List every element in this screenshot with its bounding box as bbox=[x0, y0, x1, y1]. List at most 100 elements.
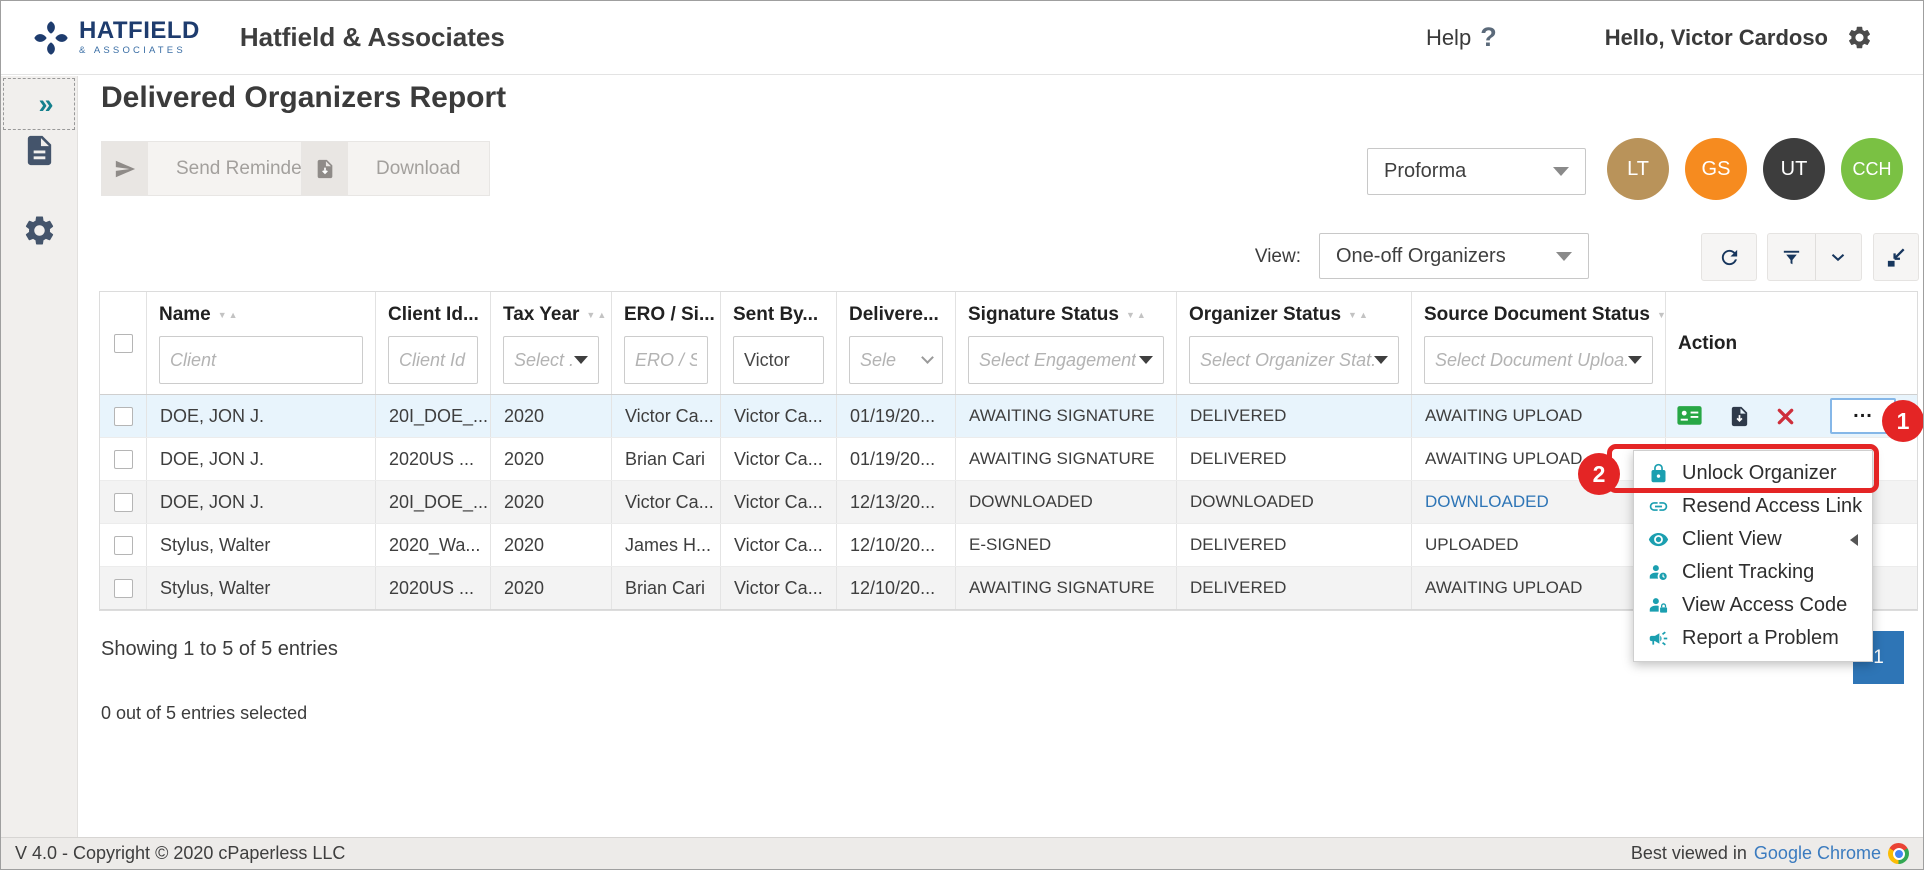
export-button[interactable] bbox=[1873, 233, 1919, 281]
column-label: Tax Year bbox=[503, 304, 580, 325]
menu-item-label: Report a Problem bbox=[1682, 627, 1839, 649]
column-label: Client Id... bbox=[388, 304, 479, 325]
proforma-value: Proforma bbox=[1384, 160, 1467, 182]
client-id-filter-input[interactable] bbox=[388, 336, 478, 384]
view-label: View: bbox=[1254, 246, 1301, 267]
cell-organizer-status: DELIVERED bbox=[1177, 524, 1412, 566]
row-checkbox[interactable] bbox=[113, 406, 133, 426]
sidebar-item-settings[interactable] bbox=[1, 206, 78, 254]
help-question-icon: ? bbox=[1480, 22, 1497, 52]
column-header-action: Action bbox=[1678, 333, 1737, 355]
file-download-icon bbox=[1731, 406, 1748, 426]
column-header-organizer-status[interactable]: Organizer Status ▼▲ bbox=[1189, 304, 1399, 326]
organizer-status-filter-select[interactable]: Select Organizer Stat... bbox=[1189, 336, 1399, 384]
menu-item-resend-access-link[interactable]: Resend Access Link bbox=[1634, 490, 1872, 523]
cell-signature-status: AWAITING SIGNATURE bbox=[956, 567, 1177, 609]
signature-status-filter-select[interactable]: Select Engagement bbox=[968, 336, 1164, 384]
action-context-menu: Unlock Organizer Resend Access Link Clie… bbox=[1633, 450, 1873, 662]
column-header-ero[interactable]: ERO / Si... bbox=[624, 304, 715, 326]
app-header: HATFIELD & ASSOCIATES Hatfield & Associa… bbox=[1, 1, 1923, 75]
cell-ero: James H... bbox=[612, 524, 721, 566]
row-checkbox[interactable] bbox=[113, 578, 133, 598]
ero-filter-input[interactable] bbox=[624, 336, 708, 384]
app-footer: V 4.0 - Copyright © 2020 cPaperless LLC … bbox=[1, 837, 1923, 869]
row-checkbox[interactable] bbox=[113, 535, 133, 555]
name-filter-input[interactable] bbox=[159, 336, 363, 384]
sent-by-filter-input[interactable] bbox=[733, 336, 824, 384]
sidebar-item-reports[interactable] bbox=[1, 126, 78, 174]
cell-delivered: 12/13/20... bbox=[837, 481, 956, 523]
column-header-sent-by[interactable]: Sent By... bbox=[733, 304, 824, 326]
sort-arrows-icon: ▼▲ bbox=[1125, 310, 1148, 320]
chevron-down-icon bbox=[1139, 356, 1153, 364]
filter-placeholder: Select Organizer Stat... bbox=[1200, 349, 1374, 370]
cell-signature-status: E-SIGNED bbox=[956, 524, 1177, 566]
app-window: HATFIELD & ASSOCIATES Hatfield & Associa… bbox=[0, 0, 1924, 870]
chevron-down-icon bbox=[921, 351, 934, 364]
client-card-button[interactable] bbox=[1676, 405, 1703, 427]
app-title: Hatfield & Associates bbox=[239, 22, 505, 52]
cell-name: DOE, JON J. bbox=[147, 481, 376, 523]
source-document-filter-select[interactable]: Select Document Uploa... bbox=[1424, 336, 1653, 384]
filter-button[interactable] bbox=[1768, 234, 1815, 280]
filter-dropdown-button[interactable] bbox=[1814, 234, 1862, 280]
page-title: Delivered Organizers Report bbox=[101, 81, 507, 114]
cell-sent-by: Victor Ca... bbox=[721, 524, 837, 566]
avatar-initials: UT bbox=[1780, 157, 1808, 180]
download-button[interactable]: Download bbox=[301, 141, 490, 196]
column-header-name[interactable]: Name ▼▲ bbox=[159, 304, 363, 326]
column-header-signature-status[interactable]: Signature Status ▼▲ bbox=[968, 304, 1164, 326]
select-all-checkbox[interactable] bbox=[113, 333, 133, 353]
cell-ero: Brian Cari bbox=[612, 438, 721, 480]
help-button[interactable]: Help ? bbox=[1426, 22, 1497, 53]
cell-source-status: UPLOADED bbox=[1412, 524, 1666, 566]
delivered-filter-select[interactable]: Sele bbox=[849, 336, 943, 384]
column-label: ERO / Si... bbox=[624, 304, 715, 325]
more-actions-button[interactable]: ... bbox=[1830, 398, 1896, 434]
menu-item-report-a-problem[interactable]: Report a Problem bbox=[1634, 622, 1872, 655]
settings-gear-icon[interactable] bbox=[1846, 24, 1873, 51]
chevron-down-icon bbox=[1553, 167, 1569, 176]
chevron-down-icon bbox=[1374, 356, 1388, 364]
cell-sent-by: Victor Ca... bbox=[721, 438, 837, 480]
column-label: Action bbox=[1678, 333, 1738, 354]
avatar-cch[interactable]: CCH bbox=[1841, 138, 1903, 200]
link-icon bbox=[1649, 502, 1668, 511]
column-header-tax-year[interactable]: Tax Year ▼▲ bbox=[503, 304, 606, 326]
view-select[interactable]: One-off Organizers bbox=[1319, 233, 1589, 279]
row-checkbox[interactable] bbox=[113, 492, 133, 512]
downloaded-link[interactable]: DOWNLOADED bbox=[1425, 492, 1549, 512]
avatar-ut[interactable]: UT bbox=[1763, 138, 1825, 200]
download-organizer-button[interactable] bbox=[1728, 405, 1751, 428]
user-lock-icon bbox=[1649, 598, 1668, 613]
refresh-button[interactable] bbox=[1701, 233, 1757, 281]
row-checkbox[interactable] bbox=[113, 449, 133, 469]
chevron-down-icon bbox=[574, 356, 588, 364]
proforma-select[interactable]: Proforma bbox=[1367, 148, 1586, 195]
menu-item-unlock-organizer[interactable]: Unlock Organizer bbox=[1634, 457, 1872, 490]
filter-placeholder: Select Engagement bbox=[979, 349, 1137, 370]
logo-knot-icon bbox=[34, 20, 68, 55]
cell-name: Stylus, Walter bbox=[147, 524, 376, 566]
menu-item-client-tracking[interactable]: Client Tracking bbox=[1634, 556, 1872, 589]
cell-sent-by: Victor Ca... bbox=[721, 567, 837, 609]
google-chrome-link[interactable]: Google Chrome bbox=[1754, 843, 1881, 864]
avatar-initials: LT bbox=[1627, 157, 1649, 180]
user-greeting: Hello, Victor Cardoso bbox=[1604, 24, 1828, 50]
version-text: V 4.0 - Copyright © 2020 cPaperless LLC bbox=[15, 843, 346, 863]
column-header-delivered[interactable]: Delivere... bbox=[849, 304, 943, 326]
column-header-source-document-status[interactable]: Source Document Status ▼▲ bbox=[1424, 304, 1665, 326]
sidebar-expand-button[interactable]: » bbox=[3, 78, 75, 130]
menu-item-client-view[interactable]: Client View bbox=[1634, 523, 1872, 556]
menu-item-view-access-code[interactable]: View Access Code bbox=[1634, 589, 1872, 622]
cell-name: Stylus, Walter bbox=[147, 567, 376, 609]
expand-chevrons-icon: » bbox=[38, 88, 54, 119]
avatar-gs[interactable]: GS bbox=[1685, 138, 1747, 200]
cell-ero: Victor Ca... bbox=[612, 481, 721, 523]
file-download-icon bbox=[302, 142, 348, 195]
delete-button[interactable] bbox=[1776, 407, 1795, 426]
avatar-lt[interactable]: LT bbox=[1607, 138, 1669, 200]
selection-summary: 0 out of 5 entries selected bbox=[101, 703, 308, 723]
tax-year-filter-select[interactable]: Select ... bbox=[503, 336, 599, 384]
column-header-client-id[interactable]: Client Id... bbox=[388, 304, 479, 326]
